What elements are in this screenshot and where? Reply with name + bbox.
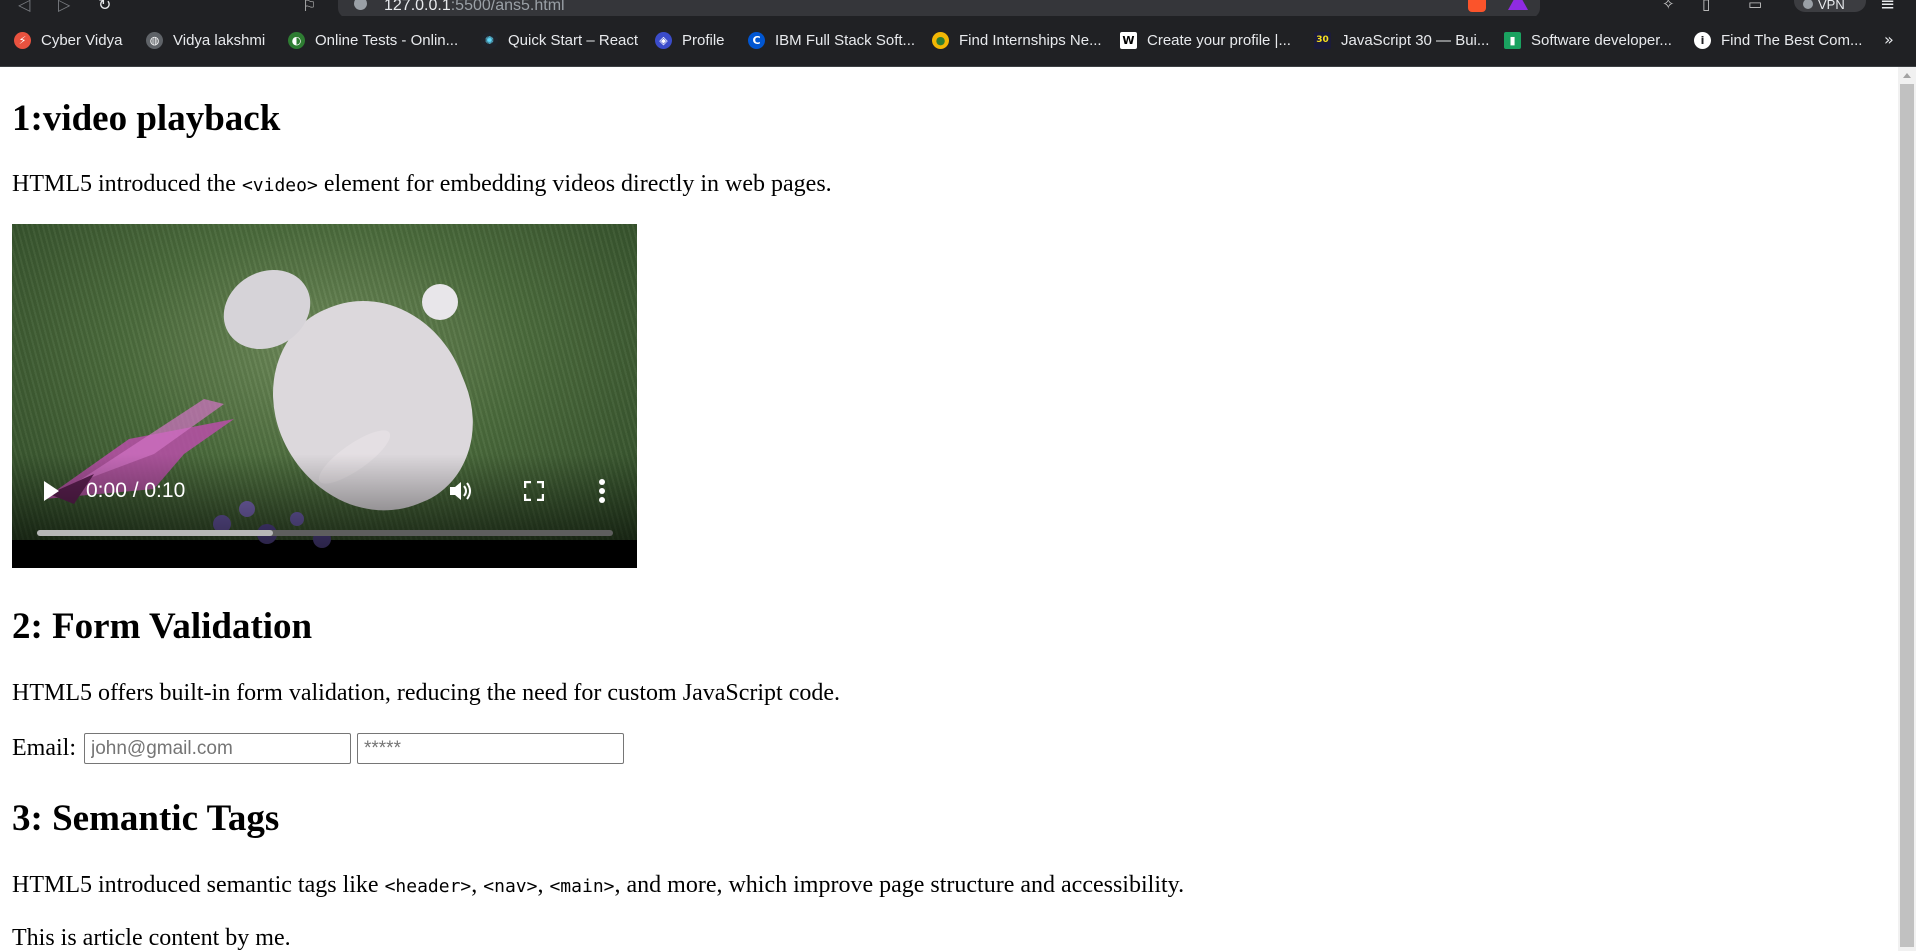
header-tag-code: <header>: [384, 876, 472, 897]
bookmark-find-internships[interactable]: ● Find Internships Ne...: [932, 29, 1102, 51]
bookmarks-bar: ⚡ Cyber Vidya ◍ Vidya lakshmi ◐ Online Test…: [0, 16, 1916, 67]
page-scrollbar[interactable]: [1898, 67, 1916, 951]
profile-icon: ◈: [655, 31, 672, 49]
video-progress-bar[interactable]: [37, 530, 613, 536]
share-icon[interactable]: ⇱: [1418, 0, 1430, 2]
extensions-icon[interactable]: ✧: [1662, 0, 1675, 13]
brave-rewards-icon[interactable]: [1508, 0, 1528, 10]
section2-text: HTML5 offers built-in form validation, r…: [12, 680, 840, 706]
bookmark-label: Find Internships Ne...: [959, 31, 1102, 49]
forward-icon[interactable]: ▷: [58, 0, 70, 14]
bookmark-label: Vidya lakshmi: [173, 31, 266, 49]
coursera-icon: C: [748, 31, 765, 49]
section1-heading: 1:video playback: [12, 98, 281, 139]
bookmark-quick-start-react[interactable]: ✺ Quick Start – React: [481, 29, 638, 51]
nav-tag-code: <nav>: [483, 876, 538, 897]
bookmark-ibm-full-stack[interactable]: C IBM Full Stack Soft...: [748, 29, 915, 51]
bookmark-software-developer[interactable]: ▮ Software developer...: [1504, 29, 1672, 51]
play-icon[interactable]: [44, 481, 59, 501]
video-progress-fill: [37, 530, 274, 536]
more-options-icon[interactable]: [598, 478, 606, 504]
password-input[interactable]: [357, 733, 624, 764]
cyber-vidya-icon: ⚡: [14, 31, 31, 49]
bookmark-label: IBM Full Stack Soft...: [775, 31, 916, 49]
site-info-icon[interactable]: [354, 0, 367, 10]
volume-icon[interactable]: [448, 479, 474, 503]
section3-text: HTML5 introduced semantic tags like <hea…: [12, 872, 1185, 898]
email-label: Email:: [12, 735, 76, 761]
video-time: 0:00 / 0:10: [86, 479, 186, 502]
more-bookmarks-icon[interactable]: »: [1884, 30, 1894, 49]
page-viewport: 1:video playback HTML5 introduced the <v…: [0, 67, 1898, 951]
naukri-icon: ▮: [1504, 31, 1521, 49]
globe-icon: ◍: [146, 31, 163, 49]
menu-icon[interactable]: ≡: [1880, 0, 1895, 15]
bookmark-vidya-lakshmi[interactable]: ◍ Vidya lakshmi: [146, 29, 265, 51]
bookmark-label: Online Tests - Onlin...: [315, 31, 459, 49]
bookmark-create-profile[interactable]: W Create your profile |...: [1120, 29, 1291, 51]
bookmark-cyber-vidya[interactable]: ⚡ Cyber Vidya: [14, 29, 122, 51]
bookmark-label: JavaScript 30 — Bui...: [1341, 31, 1490, 49]
bookmark-label: Software developer...: [1531, 31, 1672, 49]
bookmark-label: Quick Start – React: [508, 31, 639, 49]
bookmark-label: Find The Best Com...: [1721, 31, 1863, 49]
scroll-thumb[interactable]: [1900, 84, 1914, 947]
section2-heading: 2: Form Validation: [12, 606, 313, 647]
react-icon: ✺: [481, 31, 498, 49]
back-icon[interactable]: ◁: [18, 0, 30, 14]
vpn-shield-icon: [1803, 0, 1813, 9]
bookmark-label: Cyber Vidya: [41, 31, 123, 49]
address-bar[interactable]: 127.0.0.1:5500/ans5.html ⊕ ⇱: [338, 0, 1540, 16]
brave-shields-icon[interactable]: [1468, 0, 1486, 12]
bookmark-find-best-company[interactable]: i Find The Best Com...: [1694, 29, 1862, 51]
bookmark-javascript-30[interactable]: 30 JavaScript 30 — Bui...: [1314, 29, 1489, 51]
article-text: This is article content by me.: [12, 925, 291, 951]
video-tag-code: <video>: [241, 175, 318, 196]
bookmark-label: Create your profile |...: [1147, 31, 1291, 49]
zoom-icon[interactable]: ⊕: [1378, 0, 1390, 2]
reload-icon[interactable]: ↻: [98, 0, 111, 14]
video-player[interactable]: 0:00 / 0:10: [12, 224, 637, 568]
bookmark-online-tests[interactable]: ◐ Online Tests - Onlin...: [288, 29, 458, 51]
js30-icon: 30: [1314, 31, 1331, 49]
w-icon: W: [1120, 31, 1137, 49]
vpn-label: VPN: [1818, 0, 1845, 12]
fullscreen-icon[interactable]: [524, 481, 544, 501]
info-icon: i: [1694, 31, 1711, 49]
bookmark-label: Profile: [682, 31, 725, 49]
online-tests-icon: ◐: [288, 31, 305, 49]
wallet-icon[interactable]: ▭: [1748, 0, 1762, 13]
bookmark-page-icon[interactable]: ⚐: [302, 0, 316, 15]
internships-icon: ●: [932, 31, 949, 49]
scroll-up-arrow-icon[interactable]: [1903, 73, 1911, 78]
main-tag-code: <main>: [549, 876, 615, 897]
section3-heading: 3: Semantic Tags: [12, 798, 280, 839]
sidebar-icon[interactable]: ▯: [1702, 0, 1710, 13]
section1-text: HTML5 introduced the <video> element for…: [12, 171, 832, 197]
email-input[interactable]: [84, 733, 351, 764]
bookmark-profile[interactable]: ◈ Profile: [655, 29, 725, 51]
url-text: 127.0.0.1:5500/ans5.html: [384, 0, 565, 14]
browser-toolbar: ◁ ▷ ↻ ⚐ 127.0.0.1:5500/ans5.html ⊕ ⇱ ✧ ▯…: [0, 0, 1916, 16]
vpn-button[interactable]: VPN: [1794, 0, 1866, 12]
